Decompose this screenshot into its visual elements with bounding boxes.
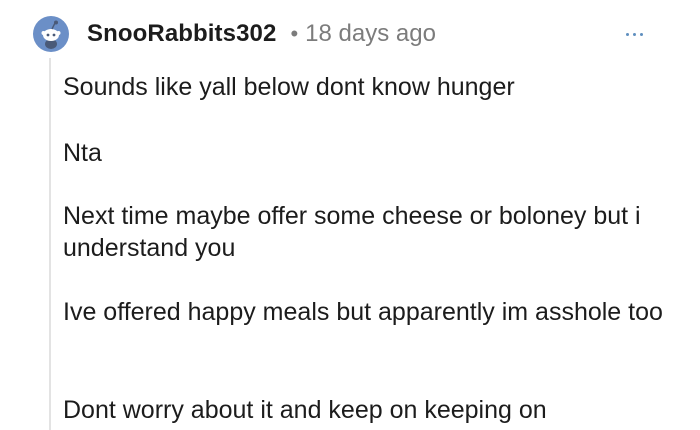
comment-paragraph: Dont worry about it and keep on keeping … — [63, 396, 547, 424]
comment-paragraph: Sounds like yall below dont know hunger — [63, 73, 515, 101]
comment-paragraph: Next time maybe offer some cheese or bol… — [63, 202, 641, 262]
comment-header: SnooRabbits302 • 18 days ago — [87, 17, 436, 51]
snoo-avatar-icon — [33, 16, 69, 52]
separator-dot: • — [290, 21, 299, 46]
more-dot — [639, 32, 643, 36]
username[interactable]: SnooRabbits302 — [87, 20, 276, 48]
comment: SnooRabbits302 • 18 days ago Sounds like… — [0, 0, 700, 430]
more-dot — [625, 32, 629, 36]
more-dot — [632, 32, 636, 36]
avatar[interactable] — [33, 16, 69, 52]
thread-line[interactable] — [49, 58, 51, 430]
more-options-icon[interactable] — [620, 26, 648, 42]
comment-paragraph: Ive offered happy meals but apparently i… — [63, 298, 663, 326]
timestamp[interactable]: 18 days ago — [305, 20, 436, 48]
comment-paragraph: Nta — [63, 139, 102, 167]
